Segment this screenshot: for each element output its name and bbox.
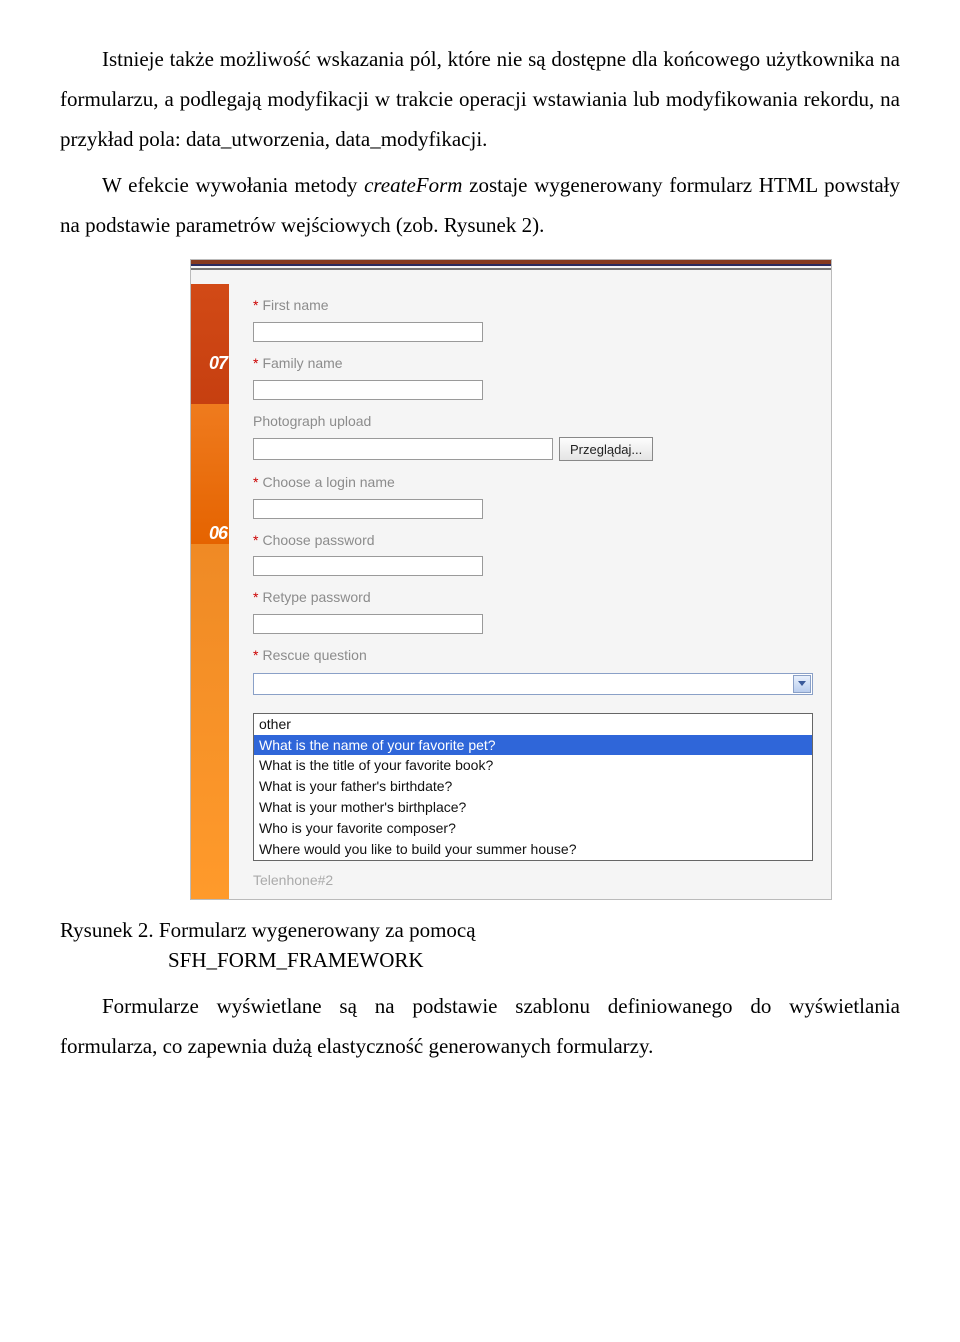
required-asterisk: * xyxy=(253,647,258,663)
label-first-name: *First name xyxy=(253,292,831,319)
input-first-name[interactable] xyxy=(253,322,483,342)
field-login: *Choose a login name xyxy=(253,469,831,519)
label-photo-upload: Photograph upload xyxy=(253,408,831,435)
input-login[interactable] xyxy=(253,499,483,519)
label-login: *Choose a login name xyxy=(253,469,831,496)
field-rescue-question: *Rescue question xyxy=(253,642,831,695)
sidebar-year-bottom: 06 xyxy=(209,516,227,550)
dropdown-listbox[interactable]: other What is the name of your favorite … xyxy=(253,713,813,861)
field-photo-upload: Photograph upload Przeglądaj... xyxy=(253,408,831,462)
label-telephone-truncated: Telenhone#2 xyxy=(253,861,831,896)
field-first-name: *First name xyxy=(253,292,831,342)
dropdown-option[interactable]: What is your father's birthdate? xyxy=(254,776,812,797)
paragraph-3: Formularze wyświetlane są na podstawie s… xyxy=(60,987,900,1067)
dropdown-option[interactable]: What is your mother's birthplace? xyxy=(254,797,812,818)
required-asterisk: * xyxy=(253,532,258,548)
dropdown-option-selected[interactable]: What is the name of your favorite pet? xyxy=(254,735,812,756)
input-retype[interactable] xyxy=(253,614,483,634)
label-rescue: *Rescue question xyxy=(253,642,831,669)
form-column: *First name *Family name Photograph uplo… xyxy=(229,284,831,899)
caption-line1: Rysunek 2. Formularz wygenerowany za pom… xyxy=(60,918,476,942)
decor-under-line xyxy=(191,264,831,270)
required-asterisk: * xyxy=(253,355,258,371)
dropdown-option[interactable]: What is the title of your favorite book? xyxy=(254,755,812,776)
required-asterisk: * xyxy=(253,589,258,605)
figure-2: 07 06 *First name *Family name Photograp… xyxy=(190,259,830,900)
dropdown-option[interactable]: Who is your favorite composer? xyxy=(254,818,812,839)
sidebar-year-top: 07 xyxy=(209,346,227,380)
label-password: *Choose password xyxy=(253,527,831,554)
select-rescue-question[interactable] xyxy=(253,673,813,695)
input-password[interactable] xyxy=(253,556,483,576)
figure-caption: Rysunek 2. Formularz wygenerowany za pom… xyxy=(60,916,900,975)
dropdown-option[interactable]: other xyxy=(254,714,812,735)
sidebar-stripe: 07 06 xyxy=(191,284,229,899)
p2-method-name: createForm xyxy=(364,173,462,197)
field-retype: *Retype password xyxy=(253,584,831,634)
field-family-name: *Family name xyxy=(253,350,831,400)
label-family-name: *Family name xyxy=(253,350,831,377)
p2-part-a: W efekcie wywołania metody xyxy=(102,173,364,197)
required-asterisk: * xyxy=(253,474,258,490)
input-family-name[interactable] xyxy=(253,380,483,400)
required-asterisk: * xyxy=(253,297,258,313)
chevron-down-icon xyxy=(798,681,806,686)
browse-button[interactable]: Przeglądaj... xyxy=(559,437,653,461)
caption-line2: SFH_FORM_FRAMEWORK xyxy=(168,948,424,972)
paragraph-1: Istnieje także możliwość wskazania pól, … xyxy=(60,40,900,160)
label-retype: *Retype password xyxy=(253,584,831,611)
dropdown-option[interactable]: Where would you like to build your summe… xyxy=(254,839,812,860)
field-password: *Choose password xyxy=(253,527,831,577)
screenshot-panel: 07 06 *First name *Family name Photograp… xyxy=(190,259,832,900)
input-file-path[interactable] xyxy=(253,438,553,460)
paragraph-2: W efekcie wywołania metody createForm zo… xyxy=(60,166,900,246)
